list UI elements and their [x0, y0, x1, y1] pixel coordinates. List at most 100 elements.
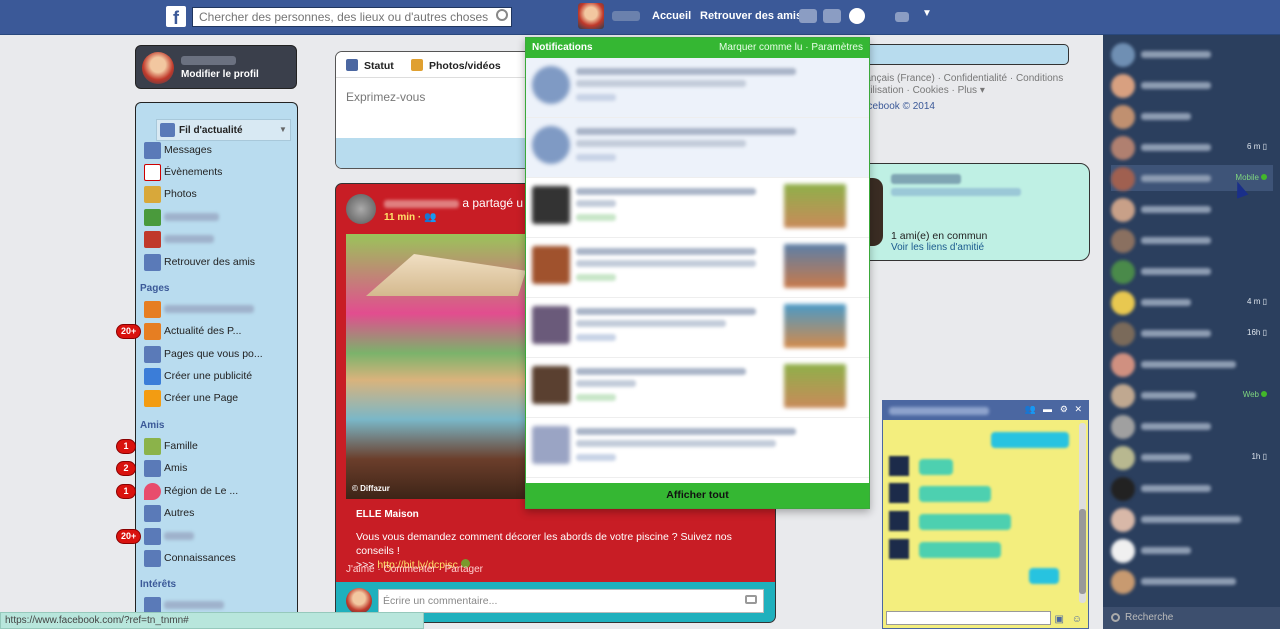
chat-contact[interactable]: 16h ▯ — [1111, 320, 1273, 346]
nav-item-friends[interactable]: Amis — [141, 459, 187, 477]
chat-contact[interactable]: Web — [1111, 382, 1273, 408]
mark-as-read-link[interactable]: Marquer comme lu — [719, 42, 802, 53]
post-link-site[interactable]: ELLE Maison — [356, 509, 419, 520]
notification-settings-link[interactable]: Paramètres — [811, 42, 863, 53]
see-friendship-link[interactable]: Voir les liens d'amitié — [891, 242, 984, 253]
account-menu-chevron-icon[interactable]: ▼ — [922, 8, 932, 19]
chat-search-input[interactable]: Recherche — [1103, 607, 1280, 629]
search-icon[interactable] — [496, 9, 508, 21]
post-author-avatar[interactable] — [346, 194, 376, 224]
home-link[interactable]: Accueil — [652, 10, 691, 22]
chat-contact[interactable] — [1111, 351, 1273, 377]
nav-item-create-ad[interactable]: Créer une publicité — [141, 367, 252, 385]
notification-item[interactable] — [526, 418, 869, 478]
post-photo[interactable]: © Diffazur — [346, 234, 526, 499]
video-call-icon[interactable]: ▬ — [1043, 404, 1052, 414]
nav-item-blurred-app-2[interactable] — [141, 230, 214, 248]
emoji-icon[interactable]: ☺ — [1072, 614, 1082, 625]
nav-item-others[interactable]: Autres — [141, 504, 194, 522]
footer-links-2[interactable]: utilisation · Cookies · Plus ▾ — [862, 85, 1082, 97]
like-link[interactable]: J'aime — [346, 564, 375, 575]
nav-item-blurred-list[interactable] — [141, 527, 194, 545]
chat-window-header[interactable]: 👥 ▬ ⚙ ✕ — [883, 401, 1088, 420]
chat-contact[interactable] — [1111, 258, 1273, 284]
hovercard-name-blurred[interactable] — [891, 174, 961, 184]
notification-item[interactable] — [526, 358, 869, 418]
nav-item-create-page[interactable]: Créer une Page — [141, 389, 238, 407]
close-icon[interactable]: ✕ — [1074, 404, 1082, 415]
nav-item-find-friends[interactable]: Retrouver des amis — [141, 253, 255, 271]
status-text: 16h — [1247, 328, 1261, 337]
nav-item-pages-feed[interactable]: Actualité des P... — [141, 322, 241, 340]
profile-box-name-blurred[interactable] — [181, 56, 236, 65]
search-input[interactable] — [192, 7, 512, 27]
camera-icon[interactable]: ▣ — [1055, 614, 1064, 625]
chat-contact[interactable] — [1111, 227, 1273, 253]
notification-item[interactable] — [526, 58, 869, 118]
nav-news-feed[interactable]: Fil d'actualité ▼ — [156, 119, 291, 141]
privacy-shortcuts-icon[interactable] — [895, 12, 909, 22]
chat-contact[interactable] — [1111, 506, 1273, 532]
chat-contact-name-blurred[interactable] — [889, 406, 989, 415]
profile-box[interactable]: Modifier le profil — [135, 45, 297, 89]
interests-section-header[interactable]: Intérêts — [140, 579, 176, 590]
chat-contact[interactable]: 4 m ▯ — [1111, 289, 1273, 315]
notification-item[interactable] — [526, 238, 869, 298]
chat-contact[interactable] — [1111, 413, 1273, 439]
notification-item[interactable] — [526, 178, 869, 238]
tab-photos-videos[interactable]: Photos/vidéos — [411, 59, 501, 72]
messages-icon[interactable] — [823, 9, 841, 23]
nav-item-blurred-page[interactable] — [141, 300, 254, 318]
nav-item-region[interactable]: Région de Le ... — [141, 482, 238, 500]
nav-item-liked-pages[interactable]: Pages que vous po... — [141, 345, 263, 363]
footer-links[interactable]: rançais (France) · Confidentialité · Con… — [862, 73, 1082, 85]
comment-link[interactable]: Commenter — [383, 564, 435, 575]
status-input[interactable]: Exprimez-vous — [346, 90, 425, 104]
nav-item-family[interactable]: Famille — [141, 437, 198, 455]
chat-contact[interactable] — [1111, 41, 1273, 67]
chat-contact[interactable] — [1111, 196, 1273, 222]
notification-item[interactable] — [526, 118, 869, 178]
add-friend-icon[interactable]: 👥 — [1025, 404, 1036, 415]
nav-item-acquaintances[interactable]: Connaissances — [141, 549, 236, 567]
blurred-label — [164, 532, 194, 541]
chat-message-input[interactable] — [886, 611, 1051, 625]
gear-icon[interactable]: ⚙ — [1060, 404, 1068, 415]
chat-contact[interactable]: 6 m ▯ — [1111, 134, 1273, 160]
nav-item-photos[interactable]: Photos — [141, 185, 197, 203]
profile-name-blurred[interactable] — [612, 11, 640, 21]
chevron-down-icon[interactable]: ▼ — [279, 125, 287, 134]
hovercard-subtitle-blurred[interactable] — [891, 188, 1021, 196]
share-link[interactable]: Partager — [445, 564, 483, 575]
status-text: 6 m — [1247, 142, 1261, 151]
chat-contact[interactable] — [1111, 72, 1273, 98]
find-friends-link[interactable]: Retrouver des amis — [700, 10, 802, 22]
pages-section-header[interactable]: Pages — [140, 283, 169, 294]
camera-icon[interactable] — [745, 595, 757, 604]
edit-profile-link[interactable]: Modifier le profil — [181, 69, 259, 80]
chat-contact-highlighted[interactable]: Mobile — [1111, 165, 1273, 191]
chat-contact[interactable] — [1111, 537, 1273, 563]
notifications-globe-icon[interactable] — [849, 8, 865, 24]
profile-avatar[interactable] — [578, 3, 604, 29]
chat-contact[interactable]: 1h ▯ — [1111, 444, 1273, 470]
friends-section-header[interactable]: Amis — [140, 420, 164, 431]
friends-audience-icon[interactable]: 👥 — [424, 212, 436, 223]
chat-contact[interactable] — [1111, 103, 1273, 129]
nav-item-label: Retrouver des amis — [164, 256, 256, 268]
notification-item[interactable] — [526, 298, 869, 358]
profile-box-avatar[interactable] — [142, 52, 174, 84]
tab-status[interactable]: Statut — [346, 59, 394, 72]
nav-item-events[interactable]: Évènements — [141, 163, 222, 181]
chat-scrollbar-thumb[interactable] — [1079, 509, 1086, 594]
comment-input[interactable]: Écrire un commentaire... — [378, 589, 764, 613]
show-all-notifications-button[interactable]: Afficher tout — [526, 483, 869, 508]
post-timestamp[interactable]: 11 min · 👥 — [384, 212, 436, 223]
post-author-name-blurred[interactable] — [384, 199, 459, 208]
chat-contact[interactable] — [1111, 475, 1273, 501]
facebook-logo[interactable]: f — [166, 6, 186, 27]
nav-item-messages[interactable]: Messages — [141, 141, 212, 159]
chat-contact[interactable] — [1111, 568, 1273, 594]
friend-requests-icon[interactable] — [799, 9, 817, 23]
nav-item-blurred-app[interactable] — [141, 208, 219, 226]
